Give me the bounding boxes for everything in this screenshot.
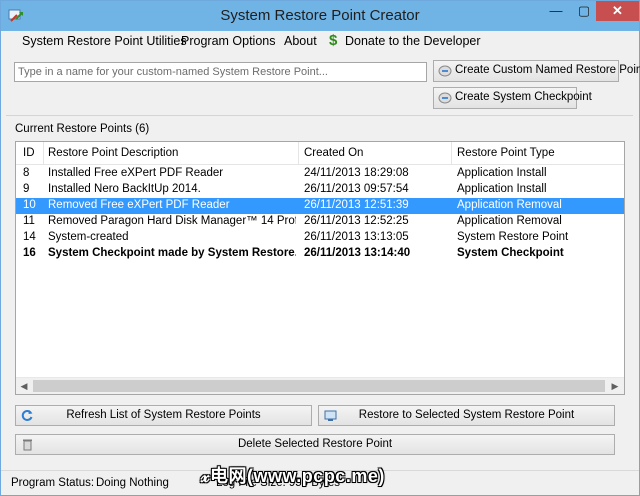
column-divider[interactable] (451, 142, 452, 164)
restore-label: Restore to Selected System Restore Point (358, 409, 575, 421)
cell-id: 10 (23, 199, 36, 211)
restore-icon (324, 410, 337, 421)
program-status-value: Doing Nothing (96, 477, 169, 489)
minimize-button[interactable]: — (542, 1, 570, 21)
title-bar[interactable]: System Restore Point Creator — ▢ ✕ (1, 1, 639, 31)
delete-label: Delete Selected Restore Point (237, 438, 393, 450)
trash-icon (23, 439, 32, 451)
program-status-label: Program Status: (11, 477, 95, 489)
cell-description: Installed Free eXPert PDF Reader (48, 167, 224, 179)
cell-description: System Checkpoint made by System Restore… (48, 247, 296, 259)
column-header-id[interactable]: ID (23, 147, 35, 159)
cell-type: System Restore Point (457, 231, 569, 243)
watermark-text: 𝓍电网(www.pcpc.me) (201, 466, 385, 486)
cell-id: 16 (23, 247, 36, 259)
cell-type: Application Install (457, 183, 547, 195)
create-checkpoint-label: Create System Checkpoint (455, 91, 592, 103)
cell-type: System Checkpoint (457, 247, 564, 259)
list-header: ID Restore Point Description Created On … (16, 142, 624, 165)
restore-points-list[interactable]: ID Restore Point Description Created On … (15, 141, 625, 395)
cell-created-on: 26/11/2013 13:14:40 (304, 247, 411, 259)
horizontal-scrollbar[interactable]: ◀ ▶ (16, 377, 624, 394)
maximize-button[interactable]: ▢ (570, 1, 598, 21)
create-system-checkpoint-button[interactable]: Create System Checkpoint (433, 87, 592, 109)
cell-id: 11 (23, 215, 35, 227)
cell-created-on: 24/11/2013 18:29:08 (304, 167, 409, 179)
checkpoint-icon (438, 92, 452, 104)
cell-created-on: 26/11/2013 09:57:54 (304, 183, 409, 195)
cell-description: System-created (48, 231, 129, 243)
create-restore-icon (438, 65, 452, 77)
column-divider[interactable] (43, 142, 44, 164)
cell-created-on: 26/11/2013 13:13:05 (304, 231, 409, 243)
scroll-thumb[interactable] (33, 380, 605, 392)
column-header-type[interactable]: Restore Point Type (457, 147, 555, 159)
table-row[interactable]: 11 Removed Paragon Hard Disk Manager™ 14 … (16, 214, 624, 230)
restore-selected-button[interactable]: Restore to Selected System Restore Point (318, 405, 615, 426)
refresh-icon (21, 410, 33, 421)
close-button[interactable]: ✕ (596, 1, 639, 21)
restore-points-count-label: Current Restore Points (6) (15, 123, 150, 135)
cell-description: Removed Free eXPert PDF Reader (48, 199, 230, 211)
cell-id: 14 (23, 231, 36, 243)
cell-id: 8 (23, 167, 30, 179)
menu-about[interactable]: About (284, 34, 317, 48)
cell-description: Installed Nero BackItUp 2014. (48, 183, 201, 195)
table-row[interactable]: 9 Installed Nero BackItUp 2014. 26/11/2013… (16, 182, 624, 198)
menu-bar: System Restore Point Utilities Program O… (1, 31, 639, 53)
table-row[interactable]: 8 Installed Free eXPert PDF Reader 24/11/2… (16, 166, 624, 182)
app-window: System Restore Point Creator — ▢ ✕ Syste… (0, 0, 640, 496)
table-row[interactable]: 10 Removed Free eXPert PDF Reader 26/11/20… (16, 198, 624, 214)
menu-utilities[interactable]: System Restore Point Utilities (22, 34, 187, 48)
table-row[interactable]: 14 System-created 26/11/2013 13:13:05 Syste… (16, 230, 624, 246)
refresh-list-button[interactable]: Refresh List of System Restore Points (15, 405, 312, 426)
delete-selected-button[interactable]: Delete Selected Restore Point (15, 434, 615, 455)
restore-point-name-input[interactable] (14, 62, 427, 82)
divider (6, 115, 633, 116)
cell-type: Application Install (457, 167, 547, 179)
cell-type: Application Removal (457, 215, 562, 227)
scroll-left-arrow[interactable]: ◀ (17, 380, 31, 393)
cell-created-on: 26/11/2013 12:51:39 (304, 199, 409, 211)
column-divider[interactable] (298, 142, 299, 164)
cell-description: Removed Paragon Hard Disk Manager™ 14 Pr… (48, 215, 296, 227)
cell-id: 9 (23, 183, 30, 195)
dollar-icon[interactable]: $ (329, 33, 341, 49)
create-custom-restore-point-button[interactable]: Create Custom Named Restore Point (433, 60, 640, 82)
cell-created-on: 26/11/2013 12:52:25 (304, 215, 409, 227)
create-custom-label: Create Custom Named Restore Point (455, 64, 640, 76)
column-header-created-on[interactable]: Created On (304, 147, 363, 159)
cell-type: Application Removal (457, 199, 562, 211)
column-header-description[interactable]: Restore Point Description (48, 147, 178, 159)
refresh-label: Refresh List of System Restore Points (66, 409, 261, 421)
scroll-right-arrow[interactable]: ▶ (608, 380, 622, 393)
menu-program-options[interactable]: Program Options (181, 34, 275, 48)
table-row[interactable]: 16 System Checkpoint made by System Resto… (16, 246, 624, 262)
menu-donate[interactable]: Donate to the Developer (345, 34, 481, 48)
